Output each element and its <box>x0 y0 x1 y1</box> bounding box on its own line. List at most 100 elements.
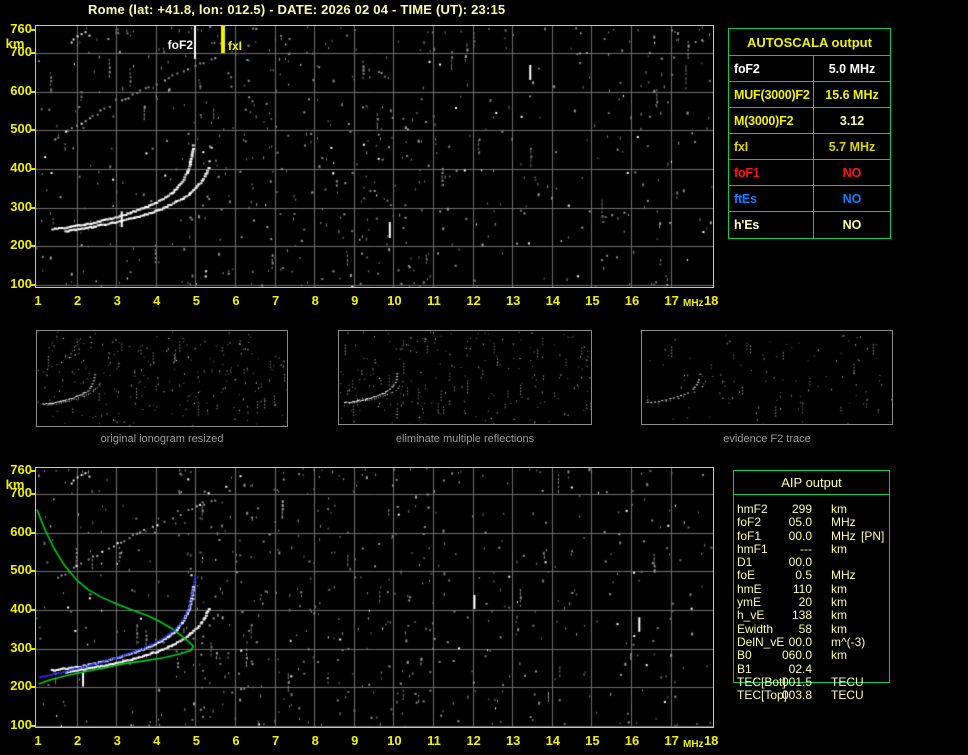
autoscala-row-value: 5.0 MHz <box>813 56 890 82</box>
x-tick-label: 2 <box>73 293 82 308</box>
x-tick-label: 9 <box>351 733 359 748</box>
aip-row-name: D1 <box>737 555 753 570</box>
aip-header-divider <box>733 494 890 495</box>
autoscala-row-label: foF1 <box>729 160 813 186</box>
fof2-marker-label: foF2 <box>167 38 193 52</box>
x-tick-label: 15 <box>585 293 600 308</box>
autoscala-row-value: NO <box>813 212 890 238</box>
y-tick-mark <box>30 686 35 689</box>
y-tick-label: 400 <box>10 159 32 175</box>
x-tick-label: 14 <box>545 293 561 308</box>
x-tick-label: 8 <box>311 733 319 748</box>
aip-table-header: AIP output <box>781 475 842 490</box>
x-tick-label: 5 <box>192 733 200 748</box>
y-tick-label: 400 <box>10 600 32 616</box>
x-tick-label: 13 <box>505 733 521 748</box>
aip-row: D1 00.0 <box>733 555 893 570</box>
x-tick-label: 10 <box>387 293 402 308</box>
y-tick-mark <box>30 724 35 727</box>
x-tick-label: 16 <box>624 733 640 748</box>
aip-output-rows: hmF2 299 km foF2 05.0 MHz foF1 00.0 MHz [PN] hmF1 -… <box>733 502 893 703</box>
aip-row-unit: m^(-3) <box>831 634 866 649</box>
y-tick-label: 200 <box>10 237 32 253</box>
y-tick-mark <box>30 206 35 209</box>
aip-row-unit: km <box>831 581 847 596</box>
x-tick-label: 1 <box>34 293 42 308</box>
y-tick-mark <box>30 283 35 286</box>
aip-row-unit: km <box>831 502 847 516</box>
aip-row: B1 02.4 <box>733 661 893 676</box>
autoscala-row-label: fxI <box>729 134 813 160</box>
aip-row: DelN_vE 00.0 m^(-3) <box>733 634 893 649</box>
aip-row-value: 05.0 <box>788 515 812 530</box>
aip-row-value: 001.5 <box>781 674 812 689</box>
aip-row: hmE 110 km <box>733 581 893 596</box>
aip-row: foE 0.5 MHz <box>733 568 893 583</box>
y-tick-label: 300 <box>10 198 32 214</box>
y-tick-mark <box>30 608 35 611</box>
autoscala-row-label: M(3000)F2 <box>729 108 813 134</box>
x-tick-label: 2 <box>73 733 82 748</box>
y-tick-label: 500 <box>10 562 32 578</box>
y-tick-label: 700 <box>10 44 32 60</box>
aip-row-value: 58 <box>798 621 812 636</box>
y-tick-label: 760 <box>10 462 32 477</box>
autoscala-row-value: 3.12 <box>813 108 890 134</box>
aip-row: hmF2 299 km <box>733 502 893 516</box>
x-tick-label: 6 <box>232 293 240 308</box>
x-tick-label: 18 <box>703 293 719 308</box>
x-tick-label: 11 <box>427 733 441 748</box>
aip-row: TEC[Top] 003.8 TECU <box>733 688 893 703</box>
y-tick-mark <box>30 129 35 132</box>
aip-row: Ewidth 58 km <box>733 621 893 636</box>
x-tick-label: 18 <box>703 733 719 748</box>
thumbnail-eliminate-reflections <box>338 330 592 425</box>
aip-row-name: hmF1 <box>737 541 768 556</box>
y-tick-mark <box>30 90 35 93</box>
aip-row-value: 02.4 <box>788 661 812 676</box>
x-tick-label: 16 <box>624 293 640 308</box>
thumbnail-evidence-f2 <box>641 330 893 425</box>
y-tick-label: 600 <box>10 523 32 539</box>
aip-row-unit: TECU <box>831 688 864 703</box>
y-tick-mark <box>30 570 35 573</box>
aip-row: ymE 20 km <box>733 595 893 609</box>
thumbnail-canvas-evidence <box>642 331 892 424</box>
aip-row-value: 138 <box>791 608 812 623</box>
thumbnail-original-ionogram <box>36 330 288 427</box>
y-tick-mark <box>30 167 35 170</box>
aip-row-value: 0.5 <box>795 568 812 583</box>
thumbnail-canvas-original <box>37 331 287 426</box>
y-tick-label: 100 <box>10 275 32 291</box>
aip-row-name: B0 <box>737 648 752 663</box>
aip-row-value: 00.0 <box>788 555 812 570</box>
aip-row-value: 00.0 <box>788 528 812 543</box>
aip-row-name: h_vE <box>737 608 765 623</box>
aip-row-value: 00.0 <box>788 634 812 649</box>
aip-row: B0 060.0 km <box>733 648 893 663</box>
aip-row-name: B1 <box>737 661 752 676</box>
ionogram-plot-top: foF2 fxI <box>35 25 714 288</box>
aip-row: foF1 00.0 MHz [PN] <box>733 528 893 543</box>
x-tick-label: 10 <box>387 733 402 748</box>
ionogram-canvas-bottom <box>36 468 713 727</box>
y-tick-label: 300 <box>10 639 32 655</box>
y-tick-label: 700 <box>10 485 32 501</box>
y-tick-mark <box>30 647 35 650</box>
autoscala-row-label: h'Es <box>734 218 760 232</box>
thumbnail-caption-eliminate: eliminate multiple reflections <box>395 433 535 445</box>
y-tick-mark <box>30 493 35 496</box>
aip-row-unit: TECU <box>831 674 864 689</box>
x-tick-label: 15 <box>585 733 600 748</box>
thumbnail-canvas-eliminate <box>339 331 591 424</box>
aip-row-extra: [PN] <box>861 528 885 543</box>
aip-row-unit: km <box>831 608 847 623</box>
y-tick-mark <box>30 245 35 248</box>
autoscala-row-label: MUF(3000)F2 <box>729 82 813 108</box>
y-tick-mark <box>30 470 35 472</box>
x-tick-label: 1 <box>34 733 42 748</box>
y-tick-label: 500 <box>10 121 32 137</box>
x-tick-label: 8 <box>311 293 319 308</box>
aip-row-value: --- <box>800 541 812 556</box>
aip-row-value: 299 <box>791 502 812 516</box>
